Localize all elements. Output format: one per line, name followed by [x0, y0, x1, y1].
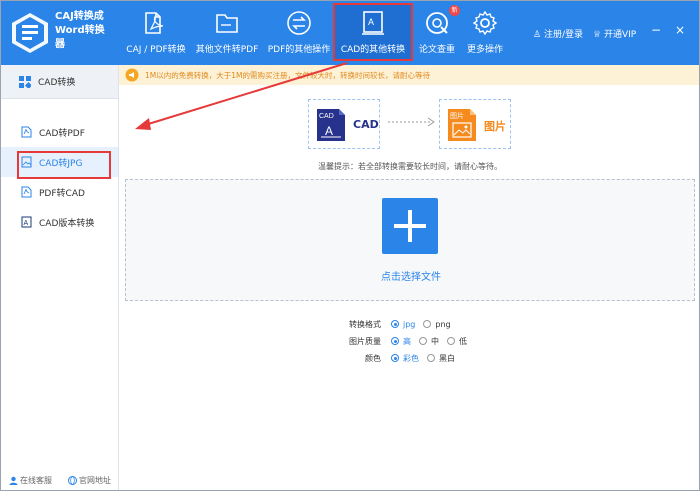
quality-high-radio[interactable]: 高	[391, 336, 411, 347]
nav-pdf-other-ops[interactable]: PDF的其他操作	[266, 1, 332, 63]
image-file-icon: 图片	[448, 109, 476, 141]
top-toolbar: CAJ转换成 Word转换 器 CAJ / PDF转换 其他文件转PDF PDF…	[1, 1, 699, 65]
image-file-icon	[21, 156, 32, 168]
megaphone-icon	[125, 68, 139, 82]
app-logo-icon	[12, 13, 48, 53]
color-option-row: 颜色 彩色 黑白	[365, 353, 455, 364]
quality-low-radio[interactable]: 低	[447, 336, 467, 347]
app-title: CAJ转换成 Word转换 器	[55, 11, 105, 50]
sidebar-item-pdf-to-cad[interactable]: PDF转CAD	[1, 177, 118, 207]
format-jpg-radio[interactable]: jpg	[391, 320, 415, 329]
format-option-row: 转换格式 jpg png	[349, 319, 451, 329]
vip-link[interactable]: ♕ 开通VIP	[593, 27, 636, 40]
color-full-radio[interactable]: 彩色	[391, 353, 419, 364]
add-file-button[interactable]	[382, 198, 438, 254]
user-icon: ♙	[533, 30, 542, 40]
cad-convert-icon: A	[362, 11, 384, 35]
paper-check-icon	[426, 12, 448, 34]
sidebar-item-cad-to-pdf[interactable]: CAD转PDF	[1, 117, 118, 147]
quality-medium-radio[interactable]: 中	[419, 336, 439, 347]
grid-icon	[19, 75, 31, 88]
format-png-radio[interactable]: png	[423, 320, 451, 329]
new-badge: 新	[449, 5, 460, 16]
gear-icon	[472, 10, 498, 36]
target-format-card: 图片 图片	[439, 99, 511, 149]
arrow-right-icon	[388, 117, 435, 127]
color-bw-radio[interactable]: 黑白	[427, 353, 455, 364]
quality-option-row: 图片质量 高 中 低	[349, 336, 467, 347]
sidebar-item-cad-to-jpg[interactable]: CAD转JPG	[1, 147, 118, 179]
sidebar-header: CAD转换	[1, 65, 118, 99]
nav-cad-other-convert[interactable]: A CAD的其他转换	[333, 3, 413, 61]
nav-caj-pdf-convert[interactable]: CAJ / PDF转换	[121, 1, 191, 63]
svg-text:A: A	[325, 124, 333, 138]
cad-icon-text: CAD	[319, 113, 334, 120]
source-format-card: CAD A CAD	[308, 99, 380, 149]
sidebar-item-cad-version[interactable]: A CAD版本转换	[1, 207, 118, 237]
sidebar-footer: 在线客服 官网地址	[1, 475, 119, 486]
image-icon-text: 图片	[450, 111, 464, 120]
minimize-button[interactable]: −	[649, 23, 663, 37]
nav-more-ops[interactable]: 更多操作	[463, 1, 507, 63]
website-link[interactable]: 官网地址	[68, 475, 111, 486]
login-link[interactable]: ♙ 注册/登录	[533, 27, 583, 40]
globe-icon	[68, 476, 77, 485]
pdf-convert-icon	[145, 12, 164, 34]
folder-icon	[216, 14, 238, 33]
cad-file-icon: A	[21, 216, 32, 228]
pdf-file-icon	[21, 126, 32, 138]
select-file-label[interactable]: 点击选择文件	[126, 268, 696, 283]
svg-text:A: A	[24, 220, 29, 227]
sidebar: CAD转换 CAD转PDF CAD转JPG PDF转CAD A CAD版本转换 …	[1, 65, 119, 490]
close-button[interactable]: ×	[673, 23, 687, 37]
notice-bar: 1M以内的免费转换，大于1M的需购买注册，文件较大时，转换时间较长，请耐心等待	[119, 65, 699, 85]
svg-text:A: A	[368, 17, 374, 27]
tip-text: 温馨提示：若全部转换需要较长时间，请耐心等待。	[318, 162, 502, 171]
app-window: CAJ转换成 Word转换 器 CAJ / PDF转换 其他文件转PDF PDF…	[0, 0, 700, 491]
online-service-link[interactable]: 在线客服	[9, 475, 52, 486]
pdf-file-icon	[21, 186, 32, 198]
nav-other-to-pdf[interactable]: 其他文件转PDF	[194, 1, 260, 63]
cad-file-icon: CAD A	[317, 109, 345, 141]
swap-arrows-icon	[287, 11, 311, 35]
service-icon	[9, 476, 18, 485]
file-drop-zone[interactable]: 点击选择文件	[125, 179, 695, 301]
crown-icon: ♕	[593, 30, 602, 40]
